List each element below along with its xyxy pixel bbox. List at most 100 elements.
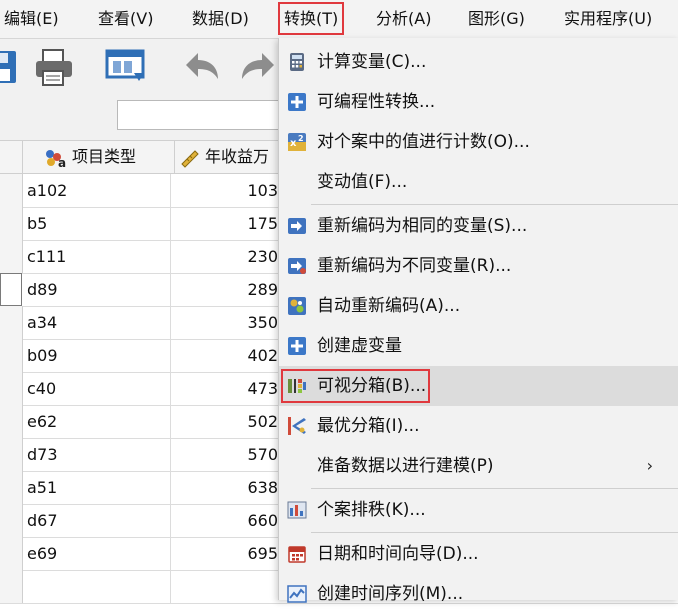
nominal-variable-icon: a: [46, 149, 66, 170]
menu-item-label: 准备数据以进行建模(P): [317, 456, 494, 476]
menu-item-label: 计算变量(C)...: [317, 52, 427, 72]
cell-annual-income[interactable]: [170, 570, 280, 603]
row-number-cell[interactable]: [0, 438, 23, 471]
count-icon: x 2: [288, 133, 306, 151]
menu-item-automatic-recode[interactable]: 自动重新编码(A)...: [279, 286, 678, 326]
calculator-icon: [290, 53, 304, 71]
menu-item-optimal-binning[interactable]: 最优分箱(I)...: [279, 406, 678, 446]
menu-item-label: 可编程性转换...: [317, 92, 436, 112]
row-number-cell[interactable]: [0, 207, 23, 240]
menu-separator: [311, 532, 678, 533]
cell-annual-income[interactable]: 695: [170, 537, 280, 570]
menu-item-visual-binning[interactable]: 可视分箱(B)...: [279, 366, 678, 406]
menu-item-count-values[interactable]: x 2 对个案中的值进行计数(O)...: [279, 122, 678, 162]
menu-item-date-time-wizard[interactable]: 日期和时间向导(D)...: [279, 534, 678, 574]
menu-graphs[interactable]: 图形(G): [468, 0, 525, 38]
cell-annual-income[interactable]: 638: [170, 471, 280, 504]
cell-project-type[interactable]: c40: [27, 372, 56, 405]
recode-same-icon: [288, 218, 306, 234]
cell-annual-income[interactable]: 350: [170, 306, 280, 339]
cell-project-type[interactable]: b5: [27, 207, 47, 240]
svg-text:x: x: [290, 138, 297, 149]
menu-item-create-time-series[interactable]: 创建时间序列(M)...: [279, 574, 678, 614]
row-header-corner: [0, 141, 23, 173]
row-number-cell[interactable]: [0, 570, 23, 603]
row-number-cell[interactable]: [0, 471, 23, 504]
cell-project-type[interactable]: b09: [27, 339, 58, 372]
cell-project-type[interactable]: a51: [27, 471, 57, 504]
row-number-cell[interactable]: [0, 504, 23, 537]
cell-project-type[interactable]: d73: [27, 438, 58, 471]
menu-item-label: 最优分箱(I)...: [317, 416, 420, 436]
row-number-cell[interactable]: [0, 372, 23, 405]
menu-view[interactable]: 查看(V): [98, 0, 153, 38]
menu-item-compute-variable[interactable]: 计算变量(C)...: [279, 42, 678, 82]
undo-icon[interactable]: [180, 47, 224, 87]
row-number-cell-selected[interactable]: [0, 273, 22, 306]
column-header-label: 项目类型: [72, 147, 137, 166]
menu-item-rank-cases[interactable]: 个案排秩(K)...: [279, 490, 678, 530]
menu-item-label: 变动值(F)...: [317, 172, 408, 192]
column-header-label: 年收益万: [205, 147, 270, 166]
cell-project-type[interactable]: d67: [27, 504, 58, 537]
print-icon[interactable]: [32, 47, 76, 87]
chevron-right-icon: ›: [646, 456, 653, 475]
menu-separator: [311, 488, 678, 489]
menu-item-label: 创建虚变量: [317, 336, 402, 356]
row-number-cell[interactable]: [0, 306, 23, 339]
cell-annual-income[interactable]: 502: [170, 405, 280, 438]
menu-item-label: 自动重新编码(A)...: [317, 296, 461, 316]
cell-annual-income[interactable]: 289: [170, 273, 280, 306]
time-series-icon: [287, 585, 307, 603]
menu-data[interactable]: 数据(D): [192, 0, 249, 38]
row-number-cell[interactable]: [0, 537, 23, 570]
menu-item-label: 创建时间序列(M)...: [317, 584, 464, 604]
cell-annual-income[interactable]: 402: [170, 339, 280, 372]
menu-edit[interactable]: 编辑(E): [4, 0, 59, 38]
menu-analyze[interactable]: 分析(A): [376, 0, 431, 38]
row-number-cell[interactable]: [0, 174, 23, 207]
cell-annual-income[interactable]: 103: [170, 174, 280, 207]
row-number-cell[interactable]: [0, 240, 23, 273]
calendar-icon: [288, 546, 306, 563]
menu-item-label: 对个案中的值进行计数(O)...: [317, 132, 530, 152]
menu-utilities[interactable]: 实用程序(U): [564, 0, 652, 38]
cell-project-type[interactable]: a102: [27, 174, 67, 207]
menu-item-create-dummy-variables[interactable]: 创建虚变量: [279, 326, 678, 366]
recode-different-icon: [288, 258, 306, 274]
menu-item-programmability-transform[interactable]: 可编程性转换...: [279, 82, 678, 122]
cell-annual-income[interactable]: 473: [170, 372, 280, 405]
menu-item-shift-values[interactable]: 变动值(F)...: [279, 162, 678, 202]
cell-annual-income[interactable]: 660: [170, 504, 280, 537]
cell-project-type[interactable]: d89: [27, 273, 58, 306]
rank-cases-icon: [287, 501, 307, 519]
visual-binning-icon: [288, 379, 306, 393]
cell-annual-income[interactable]: 230: [170, 240, 280, 273]
svg-text:a: a: [58, 156, 66, 168]
menu-item-prepare-data-for-modeling[interactable]: 准备数据以进行建模(P) ›: [279, 446, 678, 486]
menu-bar: 编辑(E) 查看(V) 数据(D) 转换(T) 分析(A) 图形(G) 实用程序…: [0, 0, 678, 39]
dialog-recall-icon[interactable]: [104, 47, 148, 87]
cell-project-type[interactable]: c111: [27, 240, 66, 273]
cell-project-type[interactable]: e62: [27, 405, 57, 438]
optimal-binning-icon: [288, 417, 306, 435]
menu-item-recode-different[interactable]: 重新编码为不同变量(R)...: [279, 246, 678, 286]
menu-separator: [311, 204, 678, 205]
auto-recode-icon: [288, 297, 306, 315]
scale-variable-icon: [181, 149, 199, 168]
row-number-cell[interactable]: [0, 339, 23, 372]
redo-icon[interactable]: [236, 47, 280, 87]
row-number-cell[interactable]: [0, 405, 23, 438]
cell-project-type[interactable]: a34: [27, 306, 57, 339]
cell-annual-income[interactable]: 175: [170, 207, 280, 240]
plus-icon: [288, 337, 306, 355]
menu-item-label: 个案排秩(K)...: [317, 500, 426, 520]
menu-item-recode-same[interactable]: 重新编码为相同的变量(S)...: [279, 206, 678, 246]
cell-annual-income[interactable]: 570: [170, 438, 280, 471]
menu-transform[interactable]: 转换(T): [277, 0, 345, 38]
column-header-project-type[interactable]: a 项目类型: [44, 141, 136, 173]
column-header-annual-income[interactable]: 年收益万: [174, 141, 283, 173]
menu-item-label: 重新编码为不同变量(R)...: [317, 256, 512, 276]
cell-project-type[interactable]: e69: [27, 537, 57, 570]
save-icon[interactable]: [0, 47, 24, 87]
